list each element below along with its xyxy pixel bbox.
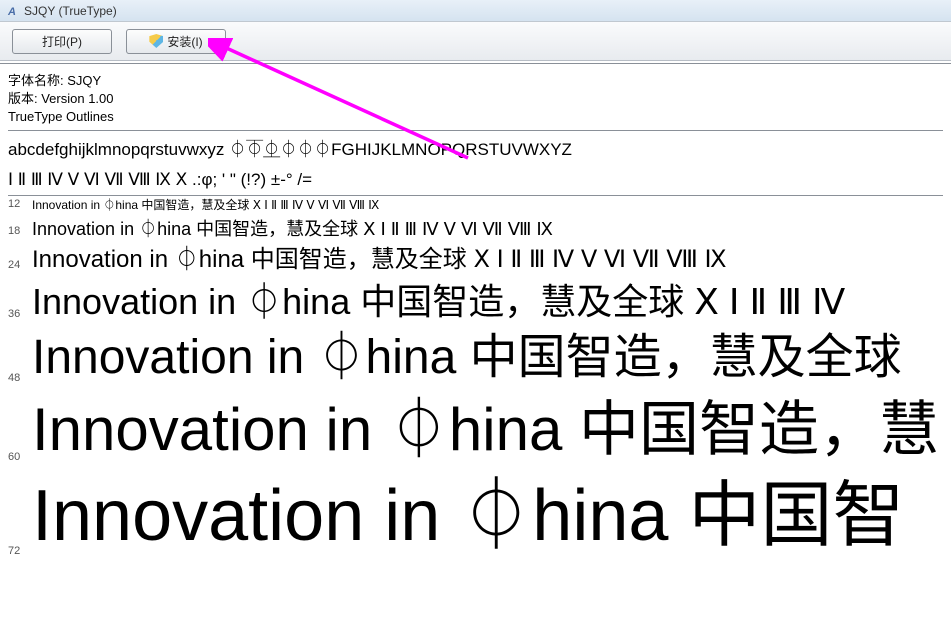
sample-text: Innovation in ⏀hina 中国智造，慧 [32,392,939,467]
charset-divider [8,195,943,196]
charset-line-1: abcdefghijklmnopqrstuvwxyz ⏀⏁⏂⏀⏀⏀FGHIJKL… [8,139,943,161]
sample-text: Innovation in ⏀hina 中国智造，慧及全球 Ⅹ Ⅰ Ⅱ Ⅲ Ⅳ [32,279,845,324]
window-titlebar: A SJQY (TrueType) [0,0,951,22]
sample-size-label: 48 [8,372,32,388]
font-app-icon: A [6,4,20,18]
print-button-label: 打印(P) [42,33,82,50]
meta-divider [8,130,943,131]
content-area: 字体名称: SJQY 版本: Version 1.00 TrueType Out… [0,66,951,561]
sample-size-label: 12 [8,198,32,214]
samples-container: 12Innovation in ⏀hina 中国智造，慧及全球 Ⅹ Ⅰ Ⅱ Ⅲ … [8,198,943,561]
install-button[interactable]: 安装(I) [126,29,226,54]
font-version-label: 版本: Version 1.00 [8,90,943,108]
sample-text: Innovation in ⏀hina 中国智造，慧及全球 [32,328,902,388]
font-name-label: 字体名称: SJQY [8,72,943,90]
install-button-label: 安装(I) [167,33,202,50]
sample-size-label: 18 [8,225,32,241]
sample-row: 18Innovation in ⏀hina 中国智造，慧及全球 Ⅹ Ⅰ Ⅱ Ⅲ … [8,218,943,241]
sample-row: 60Innovation in ⏀hina 中国智造，慧 [8,392,943,467]
sample-text: Innovation in ⏀hina 中国智造，慧及全球 Ⅹ Ⅰ Ⅱ Ⅲ Ⅳ … [32,245,727,275]
sample-row: 48Innovation in ⏀hina 中国智造，慧及全球 [8,328,943,388]
toolbar: 打印(P) 安装(I) [0,22,951,61]
sample-row: 24Innovation in ⏀hina 中国智造，慧及全球 Ⅹ Ⅰ Ⅱ Ⅲ … [8,245,943,275]
sample-row: 12Innovation in ⏀hina 中国智造，慧及全球 Ⅹ Ⅰ Ⅱ Ⅲ … [8,198,943,214]
print-button[interactable]: 打印(P) [12,29,112,54]
sample-size-label: 72 [8,545,32,561]
sample-size-label: 24 [8,259,32,275]
charset-line-2: Ⅰ Ⅱ Ⅲ Ⅳ Ⅴ Ⅵ Ⅶ Ⅷ Ⅸ Ⅹ .:φ; ' " (!?) ±-° /= [8,169,943,191]
sample-text: Innovation in ⏀hina 中国智造，慧及全球 Ⅹ Ⅰ Ⅱ Ⅲ Ⅳ … [32,218,553,241]
window-title: SJQY (TrueType) [24,4,117,18]
sample-row: 72Innovation in ⏀hina 中国智 [8,471,943,561]
font-outlines-label: TrueType Outlines [8,108,943,126]
sample-row: 36Innovation in ⏀hina 中国智造，慧及全球 Ⅹ Ⅰ Ⅱ Ⅲ … [8,279,943,324]
sample-text: Innovation in ⏀hina 中国智造，慧及全球 Ⅹ Ⅰ Ⅱ Ⅲ Ⅳ … [32,198,379,213]
uac-shield-icon [149,34,163,48]
svg-text:A: A [7,6,16,18]
sample-size-label: 36 [8,308,32,324]
sample-text: Innovation in ⏀hina 中国智 [32,471,904,561]
toolbar-divider [0,63,951,64]
sample-size-label: 60 [8,451,32,467]
